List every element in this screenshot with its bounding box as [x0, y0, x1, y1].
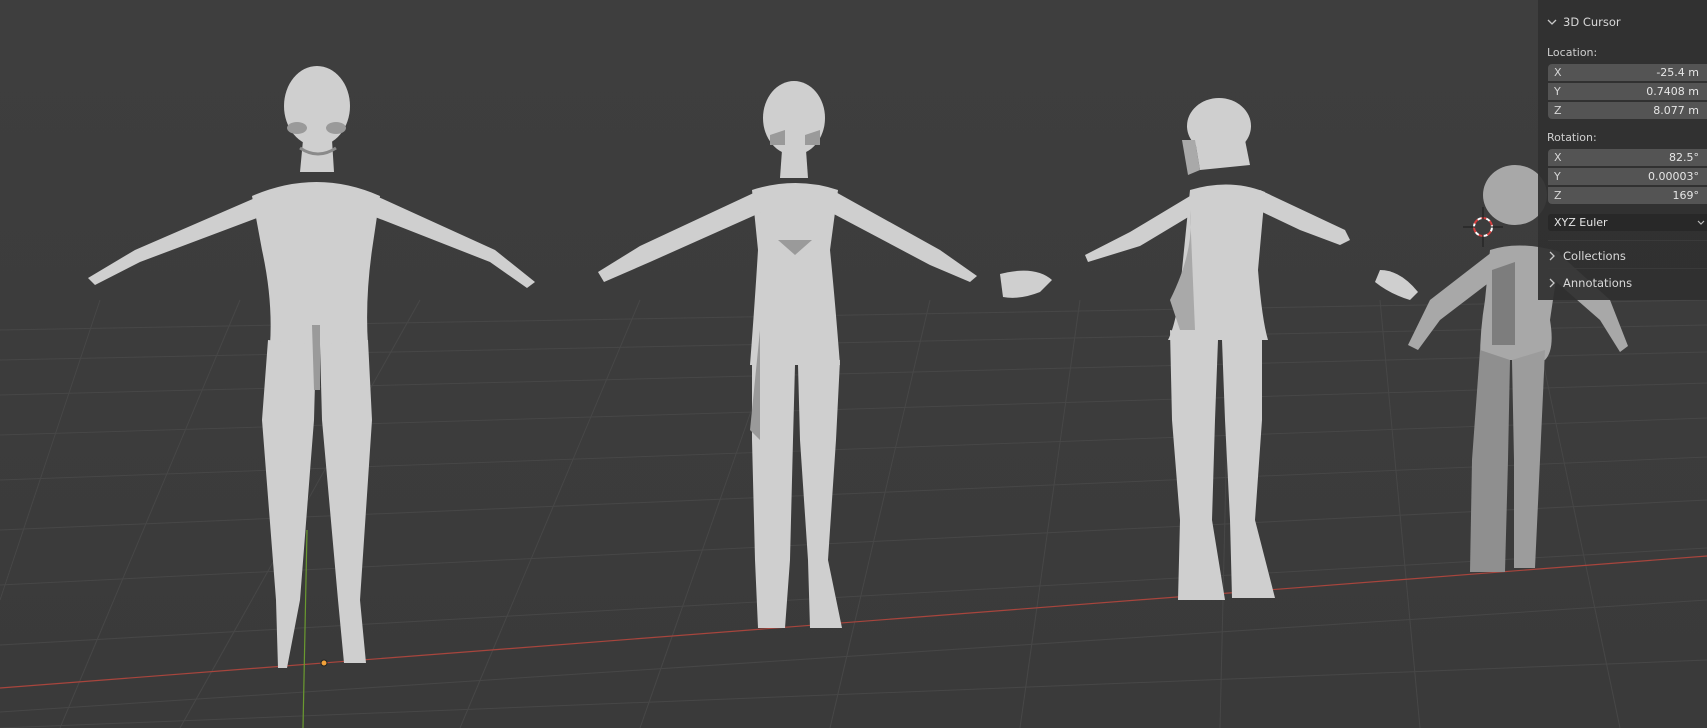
axis-label: Y	[1554, 170, 1561, 183]
3d-cursor-panel-header[interactable]: 3D Cursor	[1538, 11, 1707, 33]
field-value: 169°	[1672, 189, 1700, 202]
rotation-mode-value: XYZ Euler	[1554, 216, 1608, 229]
axis-label: Y	[1554, 85, 1561, 98]
field-value: 82.5°	[1669, 151, 1699, 164]
axis-label: X	[1554, 151, 1562, 164]
location-label: Location:	[1547, 46, 1598, 59]
rotation-mode-dropdown[interactable]: XYZ Euler	[1548, 214, 1707, 231]
field-value: -25.4 m	[1656, 66, 1699, 79]
location-z-field[interactable]: Z 8.077 m	[1548, 102, 1707, 119]
panel-divider	[1548, 268, 1707, 269]
axis-label: Z	[1554, 104, 1562, 117]
annotations-panel-header[interactable]: Annotations	[1538, 272, 1707, 294]
collections-panel-title: Collections	[1563, 249, 1626, 263]
annotations-panel-title: Annotations	[1563, 276, 1633, 290]
chevron-right-icon	[1547, 278, 1557, 288]
chevron-down-icon	[1547, 17, 1557, 27]
field-value: 8.077 m	[1653, 104, 1699, 117]
chevron-right-icon	[1547, 251, 1557, 261]
axis-label: Z	[1554, 189, 1562, 202]
sidebar-panel: 3D Cursor Location: X -25.4 m Y 0.7408 m…	[1538, 0, 1707, 300]
rotation-y-field[interactable]: Y 0.00003°	[1548, 168, 1707, 185]
viewport-scene	[0, 0, 1707, 728]
field-value: 0.00003°	[1648, 170, 1699, 183]
field-value: 0.7408 m	[1646, 85, 1699, 98]
collections-panel-header[interactable]: Collections	[1538, 245, 1707, 267]
location-y-field[interactable]: Y 0.7408 m	[1548, 83, 1707, 100]
rotation-z-field[interactable]: Z 169°	[1548, 187, 1707, 204]
object-origin-dot	[320, 659, 328, 667]
rotation-label: Rotation:	[1547, 131, 1597, 144]
chevron-down-icon	[1697, 217, 1705, 230]
3d-viewport[interactable]	[0, 0, 1707, 728]
axis-label: X	[1554, 66, 1562, 79]
3d-cursor-panel-title: 3D Cursor	[1563, 15, 1621, 29]
rotation-x-field[interactable]: X 82.5°	[1548, 149, 1707, 166]
location-x-field[interactable]: X -25.4 m	[1548, 64, 1707, 81]
panel-divider	[1548, 240, 1707, 241]
